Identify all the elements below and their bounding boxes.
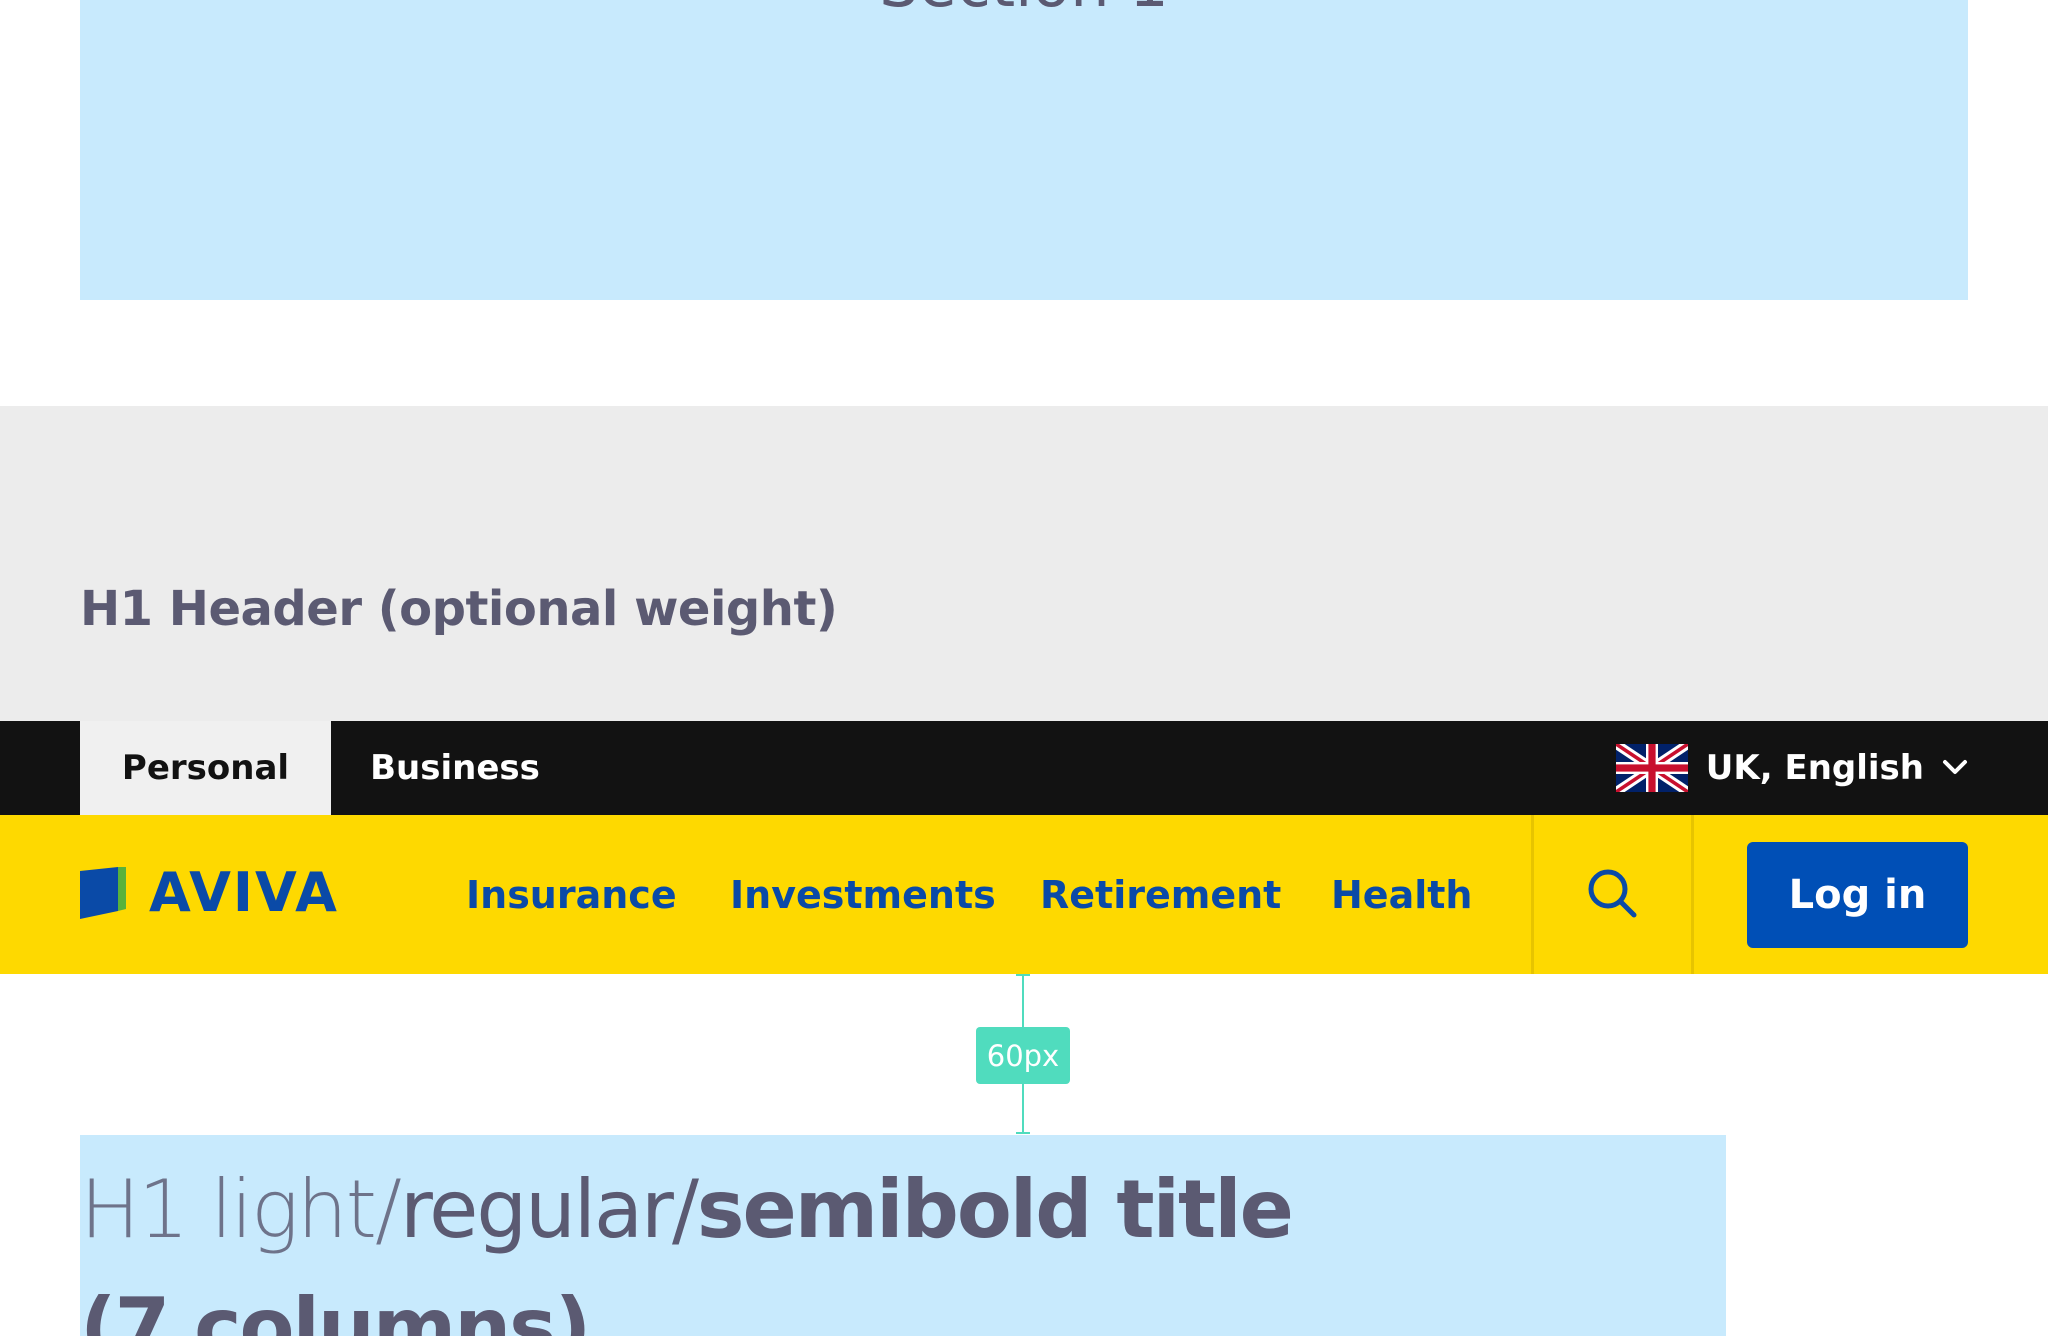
section-1-label: Section 1 [80,0,1968,16]
title-regular-part: regular/ [399,1163,699,1256]
title-block: H1 light/regular/semibold title (7 colum… [80,1135,1726,1336]
top-bar: Personal Business UK, English [0,721,2048,815]
search-button[interactable] [1580,857,1644,929]
nav-divider [1531,815,1534,974]
locale-selector[interactable]: UK, English [1615,721,1968,815]
h1-optional-heading: H1 Header (optional weight) [80,581,838,637]
aviva-logo-mark-icon [80,867,135,919]
search-icon [1588,869,1637,918]
nav-divider [1691,815,1694,974]
tab-personal[interactable]: Personal [80,721,331,815]
spacing-indicator-cap [1016,1132,1030,1134]
aviva-logo[interactable]: AVIVA [80,865,339,921]
title-bold-part: semibold title [696,1163,1294,1256]
title-light-part: H1 light/ [80,1163,402,1256]
locale-label: UK, English [1705,748,1924,788]
title-line-2: (7 columns) [80,1281,591,1336]
spacing-badge: 60px [976,1027,1070,1084]
chevron-down-icon [1943,760,1967,774]
header-band: H1 Header (optional weight) [0,406,2048,721]
uk-flag-icon [1615,744,1688,792]
page-title: H1 light/regular/semibold title (7 colum… [80,1151,1294,1336]
aviva-logo-text: AVIVA [149,861,339,924]
section-1-block: Section 1 [80,0,1968,300]
tab-business[interactable]: Business [331,721,579,815]
login-button[interactable]: Log in [1747,842,1968,948]
nav-link-health[interactable]: Health [1331,815,1472,974]
spacing-indicator-cap [1016,974,1030,976]
nav-link-retirement[interactable]: Retirement [1040,815,1281,974]
nav-link-insurance[interactable]: Insurance [466,815,677,974]
nav-link-investments[interactable]: Investments [730,815,996,974]
main-nav-bar: AVIVA Insurance Investments Retirement H… [0,815,2048,974]
